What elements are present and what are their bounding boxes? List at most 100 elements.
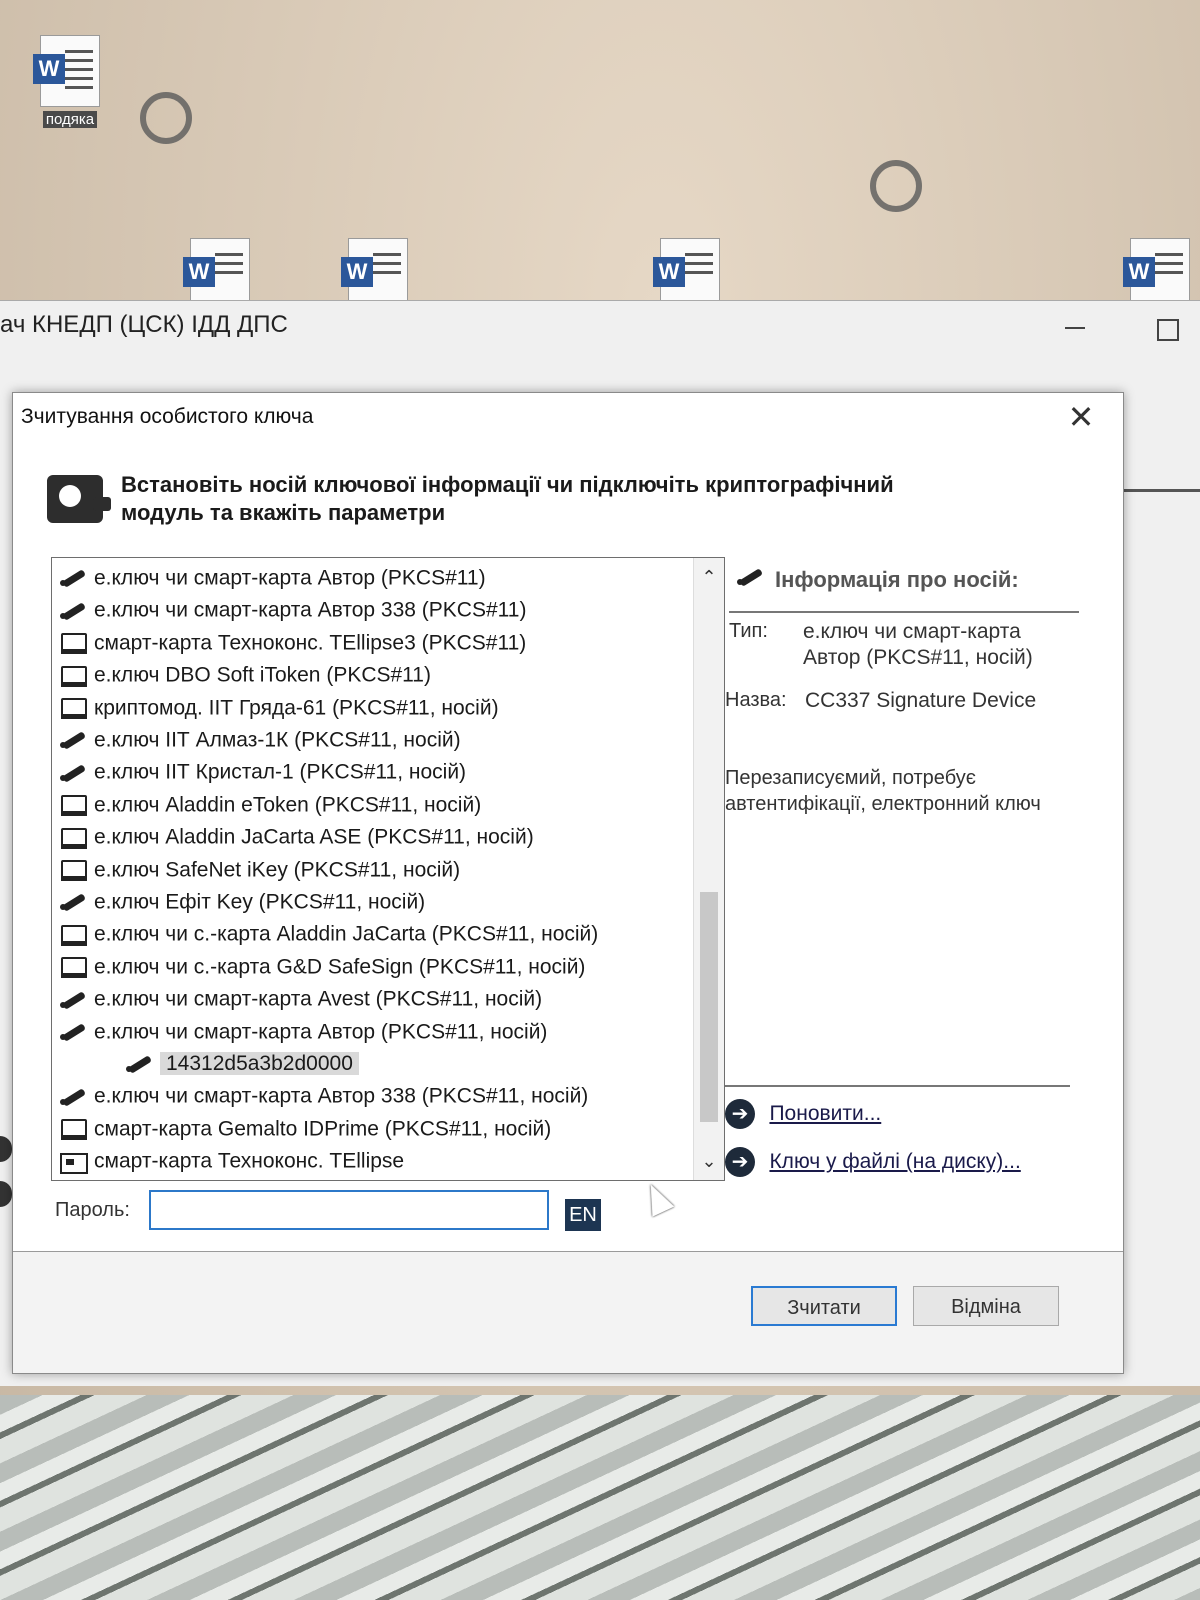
name-label: Назва: [725, 689, 787, 711]
list-item-key-media[interactable]: е.ключ чи смарт-карта Автор (PKCS#11, но… [52, 1016, 692, 1048]
key-file-link-label[interactable]: Ключ у файлі (на диску)... [769, 1150, 1020, 1173]
list-item-label: е.ключ SafeNet iKey (PKCS#11, носій) [94, 858, 461, 882]
scroll-down-icon[interactable]: ⌄ [694, 1146, 724, 1176]
list-item-key-media[interactable]: криптомод. ІІТ Гряда-61 (PKCS#11, носій) [52, 692, 692, 724]
list-item-label: е.ключ DBO Soft iToken (PKCS#11) [94, 663, 431, 687]
scrollbar-thumb[interactable] [700, 892, 718, 1122]
read-button[interactable]: Зчитати [751, 1286, 897, 1326]
arrow-right-icon: ➔ [725, 1147, 755, 1177]
reader-icon [58, 826, 88, 850]
pen-icon [58, 599, 88, 623]
reader-icon [58, 1117, 88, 1141]
close-icon[interactable]: ✕ [1059, 397, 1103, 437]
list-item-label: е.ключ Aladdin JaCarta ASE (PKCS#11, нос… [94, 825, 534, 849]
pen-icon [58, 1020, 88, 1044]
list-item-key-media[interactable]: е.ключ чи смарт-карта Avest (PKCS#11, но… [52, 983, 692, 1015]
maximize-icon[interactable] [1157, 319, 1179, 341]
list-item-key-media[interactable]: е.ключ чи с.-карта Aladdin JaCarta (PKCS… [52, 918, 692, 950]
list-item-label: е.ключ чи с.-карта G&D SafeSign (PKCS#11… [94, 955, 586, 979]
key-file-link[interactable]: ➔ Ключ у файлі (на диску)... [725, 1147, 1021, 1181]
reader-icon [58, 631, 88, 655]
name-value: CC337 Signature Device [805, 689, 1037, 712]
app-edge-control[interactable] [0, 1181, 12, 1207]
media-info-title: Інформація про носій: [775, 567, 1019, 592]
pen-icon [124, 1052, 154, 1076]
list-item-key-media[interactable]: е.ключ чи смарт-карта Автор 338 (PKCS#11… [52, 594, 692, 626]
list-item-label: 14312d5a3b2d0000 [160, 1052, 359, 1076]
list-item-label: е.ключ чи смарт-карта Автор (PKCS#11, но… [94, 1020, 548, 1044]
list-item-label: е.ключ чи смарт-карта Автор (PKCS#11) [94, 566, 486, 590]
list-item-label: смарт-карта Техноконс. TEllipse [94, 1149, 405, 1173]
reader-icon [58, 955, 88, 979]
list-item-label: е.ключ Aladdin eToken (PKCS#11, носій) [94, 793, 482, 817]
list-item-label: криптомод. ІІТ Гряда-61 (PKCS#11, носій) [94, 696, 499, 720]
reader-icon [58, 923, 88, 947]
desktop-icon-label: подяка [42, 111, 98, 128]
list-item-label: е.ключ чи с.-карта Aladdin JaCarta (PKCS… [94, 922, 599, 946]
word-document-icon: W [33, 35, 100, 107]
list-item-key-media[interactable]: е.ключ SafeNet iKey (PKCS#11, носій) [52, 854, 692, 886]
list-item-key-media[interactable]: смарт-карта Gemalto IDPrime (PKCS#11, но… [52, 1113, 692, 1145]
pen-icon [58, 988, 88, 1012]
pen-icon [58, 890, 88, 914]
key-media-icon [47, 475, 111, 523]
list-item-label: е.ключ чи смарт-карта Автор 338 (PKCS#11… [94, 598, 527, 622]
desktop-word-document[interactable]: W подяка [30, 35, 110, 129]
list-item-label: е.ключ ІІТ Кристал-1 (PKCS#11, носій) [94, 760, 467, 784]
wallpaper-area [0, 1395, 1200, 1600]
instructions-line-1: Встановіть носій ключової інформації чи … [121, 472, 894, 497]
pen-icon [58, 728, 88, 752]
type-value: е.ключ чи смарт-карта Автор (PKCS#11, но… [803, 619, 1033, 671]
list-item-key-media[interactable]: е.ключ ІІТ Алмаз-1К (PKCS#11, носій) [52, 724, 692, 756]
list-item-child-device[interactable]: 14312d5a3b2d0000 [52, 1048, 724, 1080]
list-item-label: е.ключ Ефіт Key (PKCS#11, носій) [94, 890, 426, 914]
list-item-label: е.ключ чи смарт-карта Автор 338 (PKCS#11… [94, 1084, 589, 1108]
key-media-list[interactable]: е.ключ чи смарт-карта Автор (PKCS#11) е.к… [51, 557, 725, 1181]
instructions-line-2: модуль та вкажіть параметри [121, 500, 446, 525]
reader-icon [58, 696, 88, 720]
circle-mark-icon [870, 160, 922, 212]
pen-icon [58, 1085, 88, 1109]
read-private-key-dialog: Зчитування особистого ключа ✕ Встановіть… [12, 392, 1124, 1374]
scroll-up-icon[interactable]: ⌃ [694, 562, 724, 592]
list-item-key-media[interactable]: е.ключ Aladdin eToken (PKCS#11, носій) [52, 789, 692, 821]
list-item-label: е.ключ чи смарт-карта Avest (PKCS#11, но… [94, 987, 543, 1011]
password-input[interactable] [149, 1190, 549, 1230]
list-item-key-media[interactable]: е.ключ DBO Soft iToken (PKCS#11) [52, 659, 692, 691]
list-item-key-media[interactable]: е.ключ чи смарт-карта Автор 338 (PKCS#11… [52, 1080, 692, 1112]
type-label: Тип: [729, 620, 768, 642]
cancel-button[interactable]: Відміна [913, 1286, 1059, 1326]
list-item-key-media[interactable]: е.ключ чи с.-карта G&D SafeSign (PKCS#11… [52, 951, 692, 983]
list-scrollbar[interactable]: ⌃ ⌄ [693, 558, 724, 1180]
minimize-icon[interactable] [1063, 309, 1087, 333]
app-window-title: ач КНЕДП (ЦСК) ІДД ДПС [0, 311, 288, 338]
info-divider [729, 611, 1079, 613]
type-value-line-1: е.ключ чи смарт-карта [803, 620, 1021, 643]
list-item-label: е.ключ ІІТ Алмаз-1К (PKCS#11, носій) [94, 728, 461, 752]
type-value-line-2: Автор (PKCS#11, носій) [803, 646, 1033, 669]
password-label: Пароль: [55, 1199, 130, 1221]
info-divider-bottom [725, 1085, 1070, 1087]
media-description: Перезаписуємий, потребує автентифікації,… [725, 767, 1041, 815]
list-item-key-media[interactable]: е.ключ Ефіт Key (PKCS#11, носій) [52, 886, 692, 918]
pen-icon [58, 566, 88, 590]
refresh-link-label[interactable]: Поновити... [769, 1102, 881, 1125]
pen-key-icon [735, 565, 767, 593]
dialog-instructions: Встановіть носій ключової інформації чи … [121, 471, 1021, 527]
reader-icon [58, 858, 88, 882]
app-edge-control[interactable] [0, 1136, 12, 1162]
pen-icon [58, 761, 88, 785]
list-item-label: смарт-карта Техноконс. TEllipse3 (PKCS#1… [94, 631, 527, 655]
list-item-key-media[interactable]: е.ключ ІІТ Кристал-1 (PKCS#11, носій) [52, 756, 692, 788]
refresh-link[interactable]: ➔ Поновити... [725, 1099, 881, 1133]
circle-mark-icon [140, 92, 192, 144]
dialog-title: Зчитування особистого ключа [21, 405, 314, 428]
list-item-key-media[interactable]: е.ключ чи смарт-карта Автор (PKCS#11) [52, 562, 692, 594]
list-item-key-media[interactable]: смарт-карта Техноконс. TEllipse3 (PKCS#1… [52, 627, 692, 659]
keyboard-language-indicator: EN [565, 1199, 601, 1231]
arrow-right-icon: ➔ [725, 1099, 755, 1129]
list-item-label: смарт-карта Gemalto IDPrime (PKCS#11, но… [94, 1117, 552, 1141]
list-item-key-media[interactable]: смарт-карта Техноконс. TEllipse [52, 1145, 692, 1177]
list-item-key-media[interactable]: е.ключ Aladdin JaCarta ASE (PKCS#11, нос… [52, 821, 692, 853]
reader-icon [58, 664, 88, 688]
